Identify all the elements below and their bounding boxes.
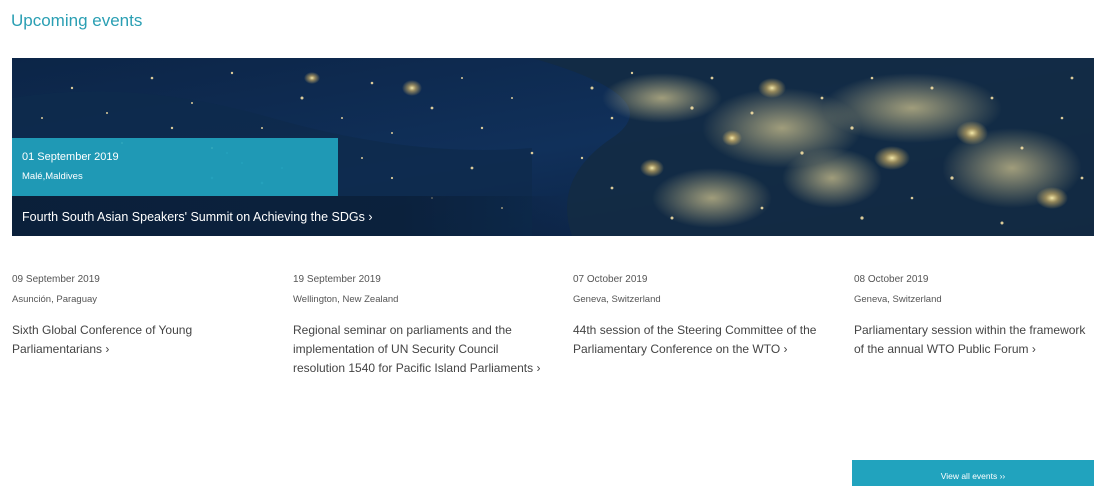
featured-event-meta: 01 September 2019 Malé,Maldives bbox=[12, 138, 338, 196]
section-title: Upcoming events bbox=[11, 11, 143, 30]
featured-event-date: 01 September 2019 bbox=[22, 151, 119, 163]
view-all-events-button[interactable]: View all events ›› bbox=[852, 460, 1094, 486]
event-location: Wellington, New Zealand bbox=[293, 294, 399, 305]
event-date: 08 October 2019 bbox=[854, 274, 929, 285]
event-location: Geneva, Switzerland bbox=[854, 294, 942, 305]
event-title-link[interactable]: 44th session of the Steering Committee o… bbox=[573, 321, 823, 359]
upcoming-events-section: Upcoming events 01 September 2019 Malé,M… bbox=[0, 0, 1094, 486]
event-location: Geneva, Switzerland bbox=[573, 294, 661, 305]
event-title-link[interactable]: Parliamentary session within the framewo… bbox=[854, 321, 1094, 359]
event-date: 07 October 2019 bbox=[573, 274, 648, 285]
event-location: Asunción, Paraguay bbox=[12, 294, 98, 305]
event-date: 09 September 2019 bbox=[12, 274, 100, 285]
event-title-link[interactable]: Sixth Global Conference of Young Parliam… bbox=[12, 321, 262, 359]
featured-event-title-link[interactable]: Fourth South Asian Speakers' Summit on A… bbox=[22, 210, 372, 224]
event-date: 19 September 2019 bbox=[293, 274, 381, 285]
event-title-link[interactable]: Regional seminar on parliaments and the … bbox=[293, 321, 543, 378]
featured-event-banner[interactable]: 01 September 2019 Malé,Maldives Fourth S… bbox=[12, 58, 1094, 236]
featured-event-location: Malé,Maldives bbox=[22, 171, 83, 182]
